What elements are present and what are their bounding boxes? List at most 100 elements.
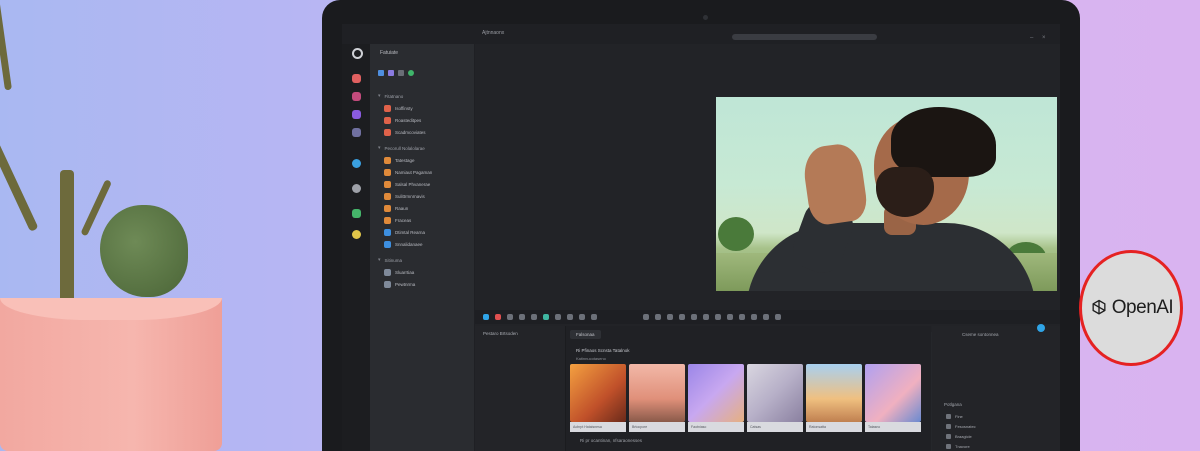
tree-item[interactable]: Scadmcoviates [384,128,426,136]
link-icon[interactable] [655,314,661,320]
tree-item-label: Salsal Phvanerae [395,181,431,187]
chevron-down-icon[interactable]: ▾ [378,145,381,151]
person-hand [800,141,870,227]
property-icon [946,414,951,419]
tree-item[interactable]: Sulittrmnrnavis [384,192,425,200]
audio-icon[interactable] [352,128,361,137]
tree-item[interactable]: Salsal Phvanerae [384,180,430,188]
plant-leaf [100,205,188,297]
tree-item[interactable]: Snnalidanaee [384,240,423,248]
settings-icon[interactable] [352,230,361,239]
openai-logo-icon [1092,299,1106,315]
file-icon [384,228,391,236]
laptop-camera [703,15,708,20]
media-icon[interactable] [352,74,361,83]
crop-icon[interactable] [715,314,721,320]
tree-item-label: Pewtnrma [395,281,416,287]
file-icon [384,128,391,136]
undo-icon[interactable] [507,314,513,320]
select-tool-icon[interactable] [483,314,489,320]
tree-item[interactable]: Roasteditpes [384,116,421,124]
file-icon [384,204,391,212]
copy-icon[interactable] [555,314,561,320]
record-button[interactable] [1037,324,1045,332]
file-icon [384,104,391,112]
panel-header: Fatuiate [380,50,399,56]
close-icon[interactable]: × [1042,35,1047,41]
inspector-item[interactable]: Fine [946,414,963,419]
export-icon[interactable] [775,314,781,320]
clip-thumbnail[interactable] [688,364,744,422]
redo-icon[interactable] [519,314,525,320]
chat-icon[interactable] [352,184,361,193]
tree-item-label: Snnalidanaee [395,241,423,247]
clip-thumbnail[interactable] [806,364,862,422]
tree-item[interactable]: Raaun [384,204,408,212]
filter-icon[interactable] [378,70,384,76]
tab-timeline[interactable]: Falsonaa [570,330,601,339]
color-icon[interactable] [751,314,757,320]
minimize-icon[interactable]: – [1030,35,1035,41]
audio-tool-icon[interactable] [739,314,745,320]
tree-item-label: Dtimtal Rearna [395,229,426,235]
split-icon[interactable] [543,314,549,320]
inspector-item[interactable]: Fesosnatec [946,424,976,429]
tools-icon[interactable] [352,209,361,218]
window-title: Ajtnnaonx [482,30,505,36]
clip-thumbnail[interactable] [570,364,626,422]
paste-icon[interactable] [567,314,573,320]
snap-icon[interactable] [591,314,597,320]
text-tool-icon[interactable] [727,314,733,320]
icon-rail [342,44,370,451]
tree-item-label: Sluarrtiaa [395,269,415,275]
tree-item[interactable]: Fraceas [384,216,411,224]
timeline-footer: Ri pr ocantinan, nfsaraonesses [580,438,643,443]
zoom-in-icon[interactable] [667,314,673,320]
chevron-down-icon[interactable]: ▾ [378,93,381,99]
inspector-header: Potlgana [944,402,962,407]
effects-icon[interactable] [352,159,361,168]
keyframe-icon[interactable] [763,314,769,320]
fit-icon[interactable] [691,314,697,320]
tree-item[interactable]: Isoffinsty [384,104,413,112]
tree-item-label: Pecorull Nolalolarae [384,145,425,151]
tree-item[interactable]: Dtimtal Rearna [384,228,425,236]
tree-group[interactable]: ▾ Sitinuma [378,256,402,264]
tag-icon[interactable] [408,70,414,76]
zoom-out-icon[interactable] [679,314,685,320]
tree-group[interactable]: ▾ Fitatnano [378,92,403,100]
timeline-subtitle: Katinnucotaseno [576,356,606,361]
clip-thumbnail[interactable] [747,364,803,422]
plant-stem [60,170,74,305]
clip-thumbnail[interactable] [629,364,685,422]
address-bar[interactable] [732,34,877,40]
library-icon[interactable] [352,92,361,101]
tree-item-label: Scadmcoviates [395,129,426,135]
preview-frame[interactable] [716,97,1057,291]
speed-icon[interactable] [703,314,709,320]
openai-badge: OpenAI [1079,250,1183,366]
inspector-item[interactable]: Tnavore [946,444,970,449]
sort-icon[interactable] [398,70,404,76]
tree-item[interactable]: Namiaut Pagaman [384,168,432,176]
clip-thumbnail[interactable] [865,364,921,422]
cut-icon[interactable] [531,314,537,320]
plant-branch [0,0,12,91]
tree-item-label: Namiaut Pagaman [395,169,433,175]
inspector-panel: Cseme sontonnea Potlgana Fine Fesosnatec B… [932,326,1060,451]
tree-item[interactable]: Pewtnrma [384,280,415,288]
tree-group[interactable]: ▾ Pecorull Nolalolarae [378,144,425,152]
tree-item-label: Isoffinsty [395,105,413,111]
file-icon [384,180,391,188]
marker-icon[interactable] [643,314,649,320]
tree-item[interactable]: Tatestage [384,156,415,164]
delete-icon[interactable] [579,314,585,320]
folder-icon[interactable] [388,70,394,76]
chevron-down-icon[interactable]: ▾ [378,257,381,263]
tree-item[interactable]: Sluarrtiaa [384,268,414,276]
logo-icon[interactable] [352,48,363,59]
property-icon [946,444,951,449]
text-icon[interactable] [352,110,361,119]
inspector-item[interactable]: Braagicle [946,434,972,439]
razor-icon[interactable] [495,314,501,320]
